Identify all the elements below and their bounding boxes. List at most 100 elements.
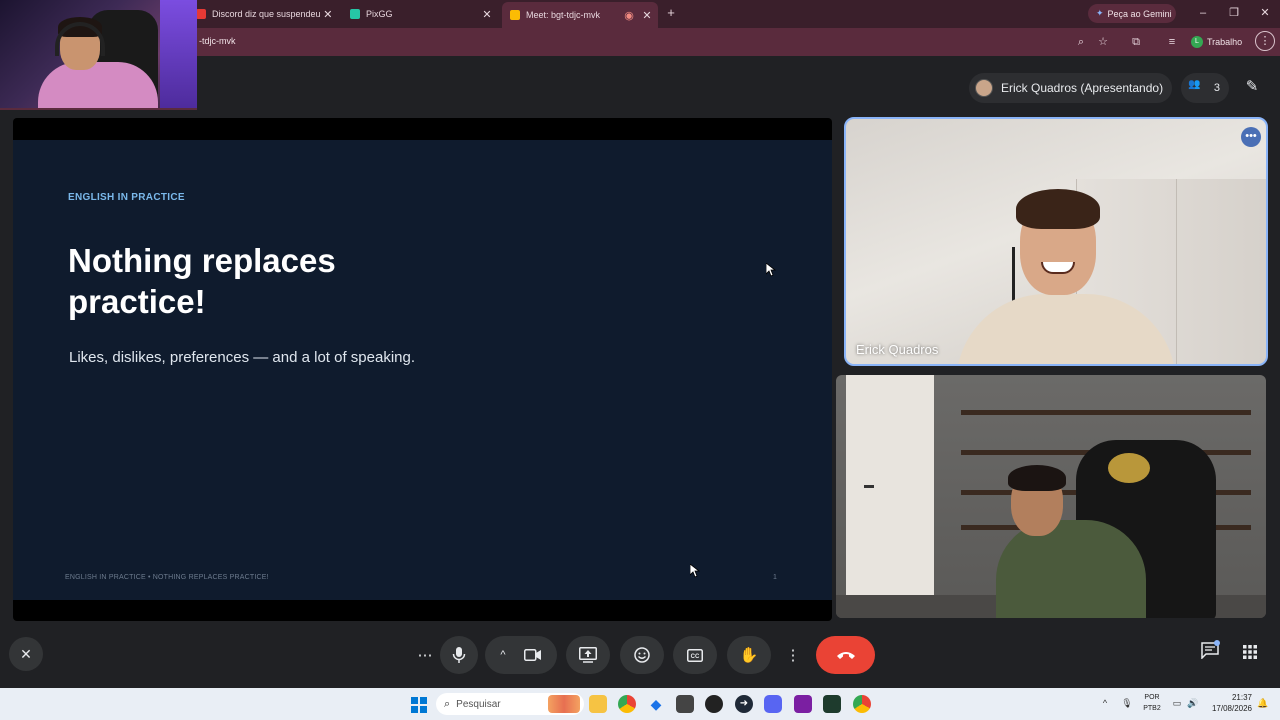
language-indicator[interactable]: POR PTB2 — [1140, 692, 1164, 714]
presenter-avatar — [975, 79, 993, 97]
mouse-cursor-icon — [766, 263, 776, 277]
windows-start-icon[interactable] — [411, 697, 427, 713]
led-backlight — [160, 0, 197, 108]
tab-pixgg[interactable]: PixGG ✕ — [342, 2, 498, 26]
obs-icon[interactable] — [705, 695, 723, 713]
more-options-button[interactable]: ⋯ — [406, 636, 444, 674]
slide-subtitle: Likes, dislikes, preferences — and a lot… — [69, 349, 416, 366]
file-explorer-icon[interactable] — [589, 695, 607, 713]
tray-chevron-up-icon[interactable]: ^ — [1099, 697, 1111, 709]
close-tab-icon[interactable]: ✕ — [640, 9, 654, 22]
keyboard-layout: PTB2 — [1143, 705, 1161, 712]
browser-menu-icon[interactable]: ⋮ — [1255, 31, 1275, 51]
tab-discord[interactable]: Discord diz que suspendeu live ✕ — [188, 2, 338, 26]
pin-toggle-icon[interactable]: ✕ — [9, 637, 43, 671]
restore-window-icon[interactable]: ❐ — [1226, 5, 1242, 21]
extensions-puzzle-icon[interactable]: ⧉ — [1128, 34, 1144, 50]
url-text[interactable]: -tdjc-mvk — [199, 36, 236, 46]
presentation-slide: ENGLISH IN PRACTICE Nothing replaces pra… — [13, 140, 832, 600]
leave-call-button[interactable] — [816, 636, 875, 674]
clock[interactable]: 21:37 17/08/2026 — [1208, 692, 1252, 714]
volume-icon[interactable]: 🔊 — [1187, 697, 1199, 709]
terminal-icon[interactable] — [823, 695, 841, 713]
tab-title: Discord diz que suspendeu live — [212, 9, 322, 19]
profile-chip[interactable]: L Trabalho — [1191, 34, 1242, 50]
clock-date: 17/08/2026 — [1211, 704, 1252, 713]
pixgg-favicon-icon — [350, 9, 360, 19]
slide-page-number: 1 — [773, 574, 777, 581]
clock-time: 21:37 — [1231, 693, 1252, 702]
camera-button[interactable]: ^ — [485, 636, 557, 674]
background-door — [846, 375, 934, 618]
chrome-icon[interactable] — [618, 695, 636, 713]
recording-indicator-icon: ◉ — [624, 9, 634, 22]
close-tab-icon[interactable]: ✕ — [322, 8, 334, 21]
new-tab-button[interactable]: + — [664, 5, 678, 21]
search-highlight-icon — [548, 695, 580, 713]
more-horizontal-icon: ⋯ — [417, 647, 433, 664]
mouse-cursor-icon — [690, 564, 700, 578]
minimize-window-icon[interactable]: – — [1195, 5, 1211, 21]
profile-label: Trabalho — [1207, 37, 1243, 47]
svg-text:CC: CC — [691, 654, 700, 660]
participant-hair — [1008, 465, 1066, 491]
profile-avatar: L — [1191, 36, 1203, 48]
more-actions-button[interactable]: ⋮ — [780, 636, 806, 674]
slide-title: Nothing replaces practice! — [68, 242, 336, 320]
person-hoodie — [38, 62, 158, 108]
media-controls-icon[interactable]: ≡ — [1164, 34, 1180, 50]
participant-count: 3 — [1213, 82, 1220, 94]
gemini-sparkle-icon: ✦ — [1096, 8, 1104, 18]
slide-kicker: ENGLISH IN PRACTICE — [68, 192, 185, 203]
search-placeholder: Pesquisar — [456, 698, 501, 710]
chair-logo — [1108, 453, 1150, 483]
participant-tile-self[interactable] — [836, 375, 1266, 618]
discord-icon[interactable] — [764, 695, 782, 713]
app-arrow-icon[interactable]: ➜ — [735, 695, 753, 713]
ask-gemini-button[interactable]: ✦ Peça ao Gemini — [1088, 4, 1176, 23]
meet-favicon-icon — [510, 10, 520, 20]
participant-hoodie — [996, 520, 1146, 618]
network-icon[interactable]: ▭ — [1171, 697, 1183, 709]
more-vertical-icon: ⋮ — [785, 647, 801, 664]
chat-button[interactable] — [1197, 642, 1223, 668]
presenter-chip[interactable]: Erick Quadros (Apresentando) — [969, 73, 1172, 103]
tray-mic-icon[interactable]: 🎙 — [1121, 697, 1133, 709]
windows-taskbar — [0, 688, 1280, 720]
shelf — [961, 410, 1251, 415]
hand-icon: ✋ — [739, 647, 759, 664]
activities-button[interactable] — [1237, 642, 1263, 668]
participant-name: Erick Quadros — [856, 342, 939, 357]
more-options-icon[interactable]: ••• — [1241, 127, 1261, 147]
slide-footer: ENGLISH IN PRACTICE • NOTHING REPLACES P… — [65, 574, 269, 581]
participant-tile-erick[interactable]: Erick Quadros ••• — [844, 117, 1268, 366]
close-tab-icon[interactable]: ✕ — [480, 8, 494, 21]
language-code: POR — [1144, 694, 1160, 701]
participants-button[interactable]: 👥 3 — [1181, 73, 1229, 103]
camera-icon — [523, 649, 541, 661]
emoji-icon — [634, 647, 650, 663]
zoom-icon[interactable]: ⌕ — [1073, 34, 1089, 50]
tab-meet[interactable]: Meet: bgt-tdjc-mvk ◉ ✕ — [502, 2, 658, 28]
gemini-label: Peça ao Gemini — [1107, 8, 1172, 19]
close-window-icon[interactable]: ✕ — [1257, 5, 1273, 21]
raise-hand-button[interactable]: ✋ — [727, 636, 771, 674]
mic-button[interactable] — [440, 636, 478, 674]
app-cube-icon[interactable] — [676, 695, 694, 713]
present-screen-icon — [579, 647, 597, 663]
wardrobe-divider — [1176, 179, 1177, 364]
tab-title: PixGG — [366, 9, 393, 19]
reactions-button[interactable] — [620, 636, 664, 674]
bookmark-star-icon[interactable]: ☆ — [1095, 34, 1111, 50]
app-diamond-icon[interactable]: ◆ — [647, 695, 665, 713]
chrome-profile-icon[interactable] — [853, 695, 871, 713]
present-button[interactable] — [566, 636, 610, 674]
streamer-webcam-overlay — [0, 0, 197, 110]
next-app-icon[interactable] — [794, 695, 812, 713]
captions-button[interactable]: CC — [673, 636, 717, 674]
search-icon: ⌕ — [444, 697, 451, 710]
chevron-up-icon: ^ — [500, 649, 506, 661]
edit-pen-icon[interactable]: ✎ — [1239, 74, 1265, 100]
notifications-bell-icon[interactable]: 🔔 — [1257, 697, 1269, 709]
chat-notification-dot — [1214, 640, 1220, 646]
